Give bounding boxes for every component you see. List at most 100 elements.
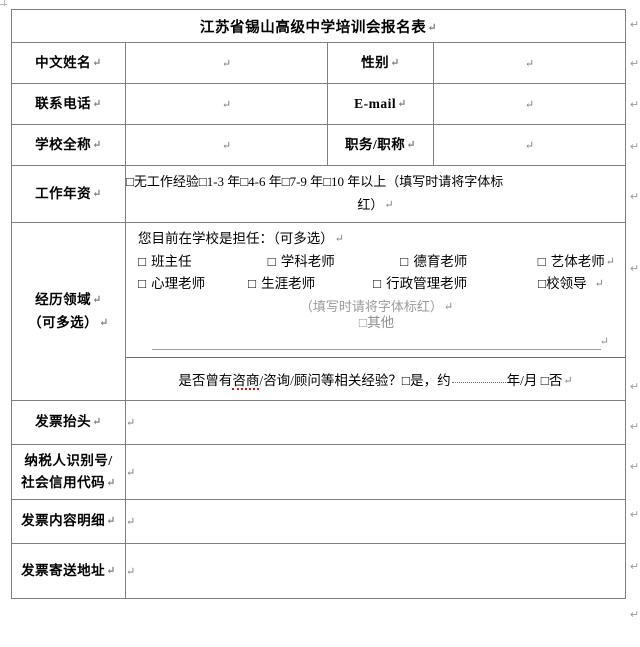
label-invoice-title: 发票抬头↵ — [11, 400, 126, 445]
label-text: 发票抬头 — [35, 414, 92, 430]
checkbox-group-row-2: □ 心理老师 □ 生涯老师 □ 行政管理老师 □校领导 ↵ — [138, 277, 615, 291]
paragraph-mark-icon: ↵ — [630, 58, 640, 70]
field-tax-id[interactable]: ↵ — [124, 444, 627, 500]
label-text: 学校全称 — [35, 136, 92, 152]
paragraph-mark-icon: ↵ — [221, 98, 232, 111]
paragraph-mark-icon: ↵ — [92, 294, 102, 307]
label-text: 工作年资 — [35, 185, 92, 201]
work-years-options-line1: □无工作经验□1-3 年□4-6 年□7-9 年□10 年以上（填写时请将字体标 — [126, 174, 504, 190]
table-row-work-years: 工作年资↵ □无工作经验□1-3 年□4-6 年□7-9 年□10 年以上（填写… — [11, 165, 627, 223]
checkbox-item-subject-teacher[interactable]: □ 学科老师 — [268, 253, 401, 269]
checkbox-item-school-leader[interactable]: □校领导 ↵ — [538, 277, 604, 291]
label-text: 中文姓名 — [35, 54, 92, 70]
paragraph-mark-icon: ↵ — [630, 421, 640, 433]
label-text: E-mail — [354, 95, 397, 111]
label-text: 发票寄送地址 — [21, 562, 106, 578]
checkbox-icon[interactable]: □ — [373, 276, 381, 291]
paragraph-mark-icon: ↵ — [99, 316, 109, 329]
field-email[interactable]: ↵ — [432, 83, 627, 125]
other-write-in-field[interactable]: ↵ — [152, 335, 609, 350]
paragraph-mark-icon: ↵ — [630, 509, 640, 521]
page-guide-mark — [0, 4, 7, 5]
checkbox-label: 班主任 — [151, 253, 192, 269]
work-years-options-line2: 红） — [357, 197, 384, 212]
paragraph-mark-icon: ↵ — [390, 56, 400, 69]
paragraph-mark-icon: ↵ — [605, 255, 616, 268]
field-chinese-name[interactable]: ↵ — [125, 42, 328, 84]
checkbox-item-consult-no[interactable]: □否 — [541, 373, 563, 388]
label-phone: 联系电话↵ — [11, 83, 126, 125]
label-work-years: 工作年资↵ — [11, 165, 126, 223]
consult-duration-unit: 年/月 — [506, 373, 538, 388]
paragraph-mark-icon: ↵ — [92, 416, 102, 429]
consult-question-part1: 是否曾有 — [178, 373, 233, 388]
label-gender: 性别↵ — [327, 42, 434, 84]
paragraph-mark-icon: ↵ — [92, 97, 102, 110]
page-guide-mark — [4, 0, 5, 6]
table-row-school: 学校全称↵ ↵ 职务/职称↵ ↵ — [11, 124, 627, 166]
label-text-line2: （可多选） — [28, 314, 99, 330]
red-font-note-text: （填写时请将字体标红） — [299, 298, 443, 314]
field-invoice-detail[interactable]: ↵ — [124, 499, 627, 544]
checkbox-icon[interactable]: □ — [138, 276, 146, 291]
checkbox-item-head-teacher[interactable]: □ 班主任 — [138, 253, 268, 269]
field-gender[interactable]: ↵ — [432, 42, 627, 84]
label-text: 性别 — [361, 54, 390, 70]
checkbox-icon[interactable]: □ — [268, 254, 276, 269]
field-position[interactable]: ↵ — [432, 124, 627, 166]
consult-duration-blank[interactable] — [451, 382, 506, 383]
paragraph-mark-icon: ↵ — [221, 57, 232, 70]
paragraph-mark-icon: ↵ — [106, 515, 116, 528]
paragraph-mark-icon: ↵ — [594, 278, 604, 290]
paragraph-mark-icon: ↵ — [406, 138, 416, 151]
field-work-years-options[interactable]: □无工作经验□1-3 年□4-6 年□7-9 年□10 年以上（填写时请将字体标… — [124, 165, 627, 223]
field-invoice-address[interactable]: ↵ — [124, 543, 627, 599]
paragraph-mark-icon: ↵ — [92, 138, 102, 151]
field-phone[interactable]: ↵ — [125, 83, 328, 125]
checkbox-item-art-pe-teacher[interactable]: □ 艺体老师↵ — [538, 254, 616, 269]
checkbox-label: □其他 — [358, 314, 395, 330]
checkbox-icon[interactable]: □ — [538, 254, 546, 269]
paragraph-mark-icon: ↵ — [126, 417, 136, 429]
label-text-line2: 社会信用代码 — [21, 475, 106, 490]
checkbox-item-psychology-teacher[interactable]: □ 心理老师 — [138, 277, 248, 291]
document-page: 江苏省锡山高级中学培训会报名表↵ 中文姓名↵ ↵ 性别↵ ↵ 联系电话↵ ↵ E… — [0, 0, 640, 647]
checkbox-item-career-teacher[interactable]: □ 生涯老师 — [248, 277, 373, 291]
paragraph-mark-icon: ↵ — [524, 98, 535, 111]
paragraph-mark-icon: ↵ — [106, 564, 116, 577]
table-row-contact: 联系电话↵ ↵ E-mail ↵ ↵ — [11, 83, 627, 125]
checkbox-icon[interactable]: □ — [400, 254, 408, 269]
checkbox-icon[interactable]: □ — [138, 254, 146, 269]
table-row-invoice-title: 发票抬头↵ ↵ — [11, 400, 627, 445]
field-invoice-title[interactable]: ↵ — [124, 400, 627, 445]
paragraph-mark-icon: ↵ — [443, 300, 454, 313]
paragraph-mark-icon: ↵ — [126, 466, 136, 479]
label-text-line1: 纳税人识别号/ — [24, 452, 113, 468]
paragraph-mark-icon: ↵ — [334, 233, 344, 245]
label-chinese-name: 中文姓名↵ — [11, 42, 126, 84]
red-font-note: （填写时请将字体标红）↵ — [138, 300, 615, 313]
form-title-cell: 江苏省锡山高级中学培训会报名表↵ — [10, 9, 627, 43]
paragraph-mark-icon: ↵ — [524, 57, 535, 70]
label-tax-id: 纳税人识别号/社会信用代码↵ — [11, 444, 126, 500]
paragraph-mark-icon: ↵ — [630, 561, 640, 573]
paragraph-mark-icon: ↵ — [630, 263, 640, 275]
paragraph-mark-icon: ↵ — [384, 199, 394, 211]
spellcheck-underlined-text: 咨商 — [232, 373, 260, 390]
paragraph-mark-icon: ↵ — [630, 381, 640, 393]
label-text: 联系电话 — [35, 95, 92, 111]
checkbox-label: 学科老师 — [280, 253, 335, 269]
experience-question-text: 您目前在学校是担任：（可多选） — [138, 231, 334, 246]
paragraph-mark-icon: ↵ — [92, 56, 102, 69]
label-position: 职务/职称↵ — [327, 124, 434, 166]
checkbox-item-moral-education-teacher[interactable]: □ 德育老师 — [400, 254, 537, 269]
checkbox-icon[interactable]: □ — [538, 276, 546, 291]
checkbox-item-consult-yes[interactable]: □是，约 — [402, 373, 451, 388]
field-school-name[interactable]: ↵ — [125, 124, 328, 166]
checkbox-label: 行政管理老师 — [386, 276, 468, 291]
paragraph-mark-icon: ↵ — [221, 139, 232, 152]
label-text: 发票内容明细 — [21, 513, 106, 529]
checkbox-item-administrative-teacher[interactable]: □ 行政管理老师 — [373, 277, 538, 291]
checkbox-item-other[interactable]: □其他 — [138, 314, 615, 330]
checkbox-icon[interactable]: □ — [248, 276, 256, 291]
